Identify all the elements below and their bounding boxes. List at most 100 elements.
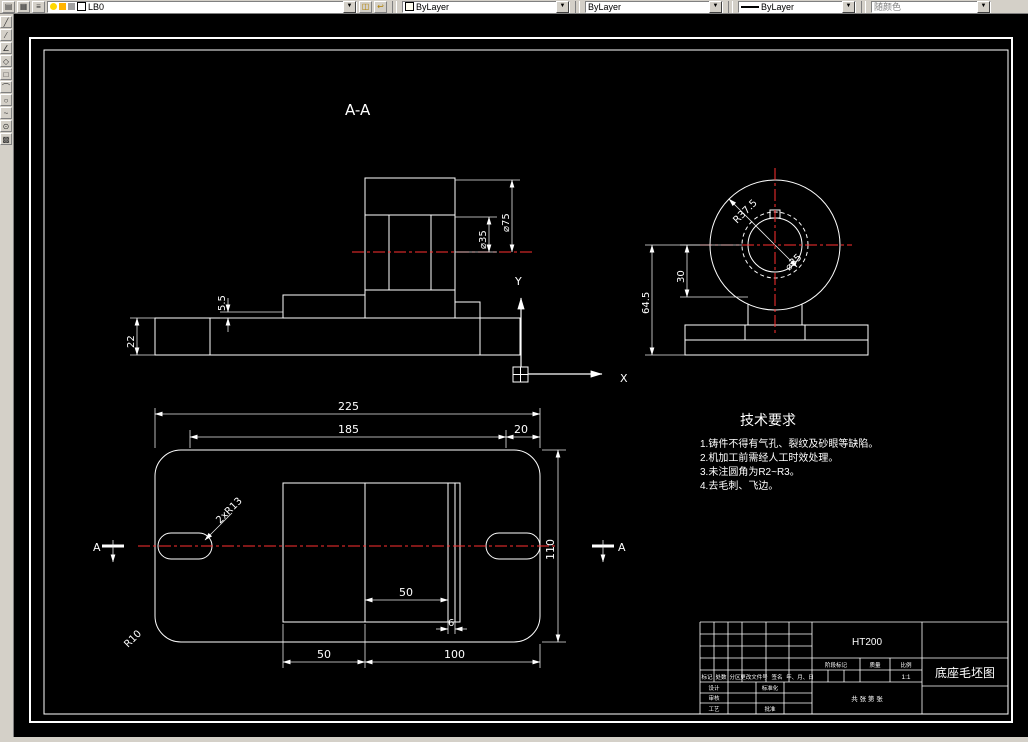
rev-header: 签名: [771, 673, 782, 681]
toolbar-separator: [728, 0, 733, 13]
section-mark-left: A: [93, 540, 124, 563]
dim-total-height: 64.5: [641, 244, 700, 356]
dim-width: 110: [542, 449, 566, 643]
rectangle-tool-icon[interactable]: □: [0, 68, 12, 80]
sun-icon: [59, 3, 66, 10]
spline-tool-icon[interactable]: ~: [0, 107, 12, 119]
weight-label: 质量: [869, 661, 881, 669]
base-right-pad: [479, 317, 521, 356]
plotstyle-combo[interactable]: 随颜色 ▼: [871, 0, 991, 13]
lightbulb-icon: [50, 3, 57, 10]
svg-text:20: 20: [514, 423, 528, 436]
construction-line-tool-icon[interactable]: ⁄: [0, 29, 12, 41]
dim-mid: 50: [364, 586, 449, 603]
dim-center-height: 30: [676, 244, 748, 298]
rev-header: 年、月、日: [786, 673, 814, 681]
chevron-down-icon[interactable]: ▼: [977, 0, 990, 13]
boss-root: [364, 289, 456, 319]
color-combo[interactable]: ByLayer ▼: [402, 0, 570, 13]
layer-properties-icon[interactable]: ≡: [32, 0, 45, 13]
circle-tool-icon[interactable]: ○: [0, 94, 12, 106]
layer-previous-icon[interactable]: ↩: [374, 0, 387, 13]
sign-label: 审核: [708, 694, 720, 702]
title-block-text: HT200 底座毛坯图 标记 处数 分区 更改文件号 签名 年、月、日 设计 审…: [701, 637, 995, 713]
end-base-top: [684, 324, 869, 341]
sign-label: 批准: [764, 705, 776, 713]
draw-toolbar: ╱ ⁄ ∠ ◇ □ ⌒ ○ ~ ⊙ ▩: [0, 14, 14, 737]
section-view: A-A ⌀35 ⌀75 5.5 22: [126, 101, 535, 356]
scale-value: 1:1: [901, 674, 910, 681]
line-tool-icon[interactable]: ╱: [0, 16, 12, 28]
end-view: R37.5 ⌀35 30 64.5: [641, 168, 869, 356]
svg-text:100: 100: [444, 648, 465, 661]
dim-bottom-left: 50: [282, 624, 366, 668]
dim-bottom-right: 100: [364, 644, 541, 668]
hatch-tool-icon[interactable]: ▩: [0, 133, 12, 145]
dim-length-inner: 185: [189, 423, 507, 448]
svg-text:30: 30: [676, 270, 687, 283]
drawing-title-cell: 底座毛坯图: [935, 665, 995, 680]
svg-text:110: 110: [544, 539, 557, 560]
arc-tool-icon[interactable]: ⌒: [0, 81, 12, 93]
material-cell: HT200: [852, 637, 882, 648]
dim-boss-radius: R37.5: [731, 198, 759, 226]
tech-note: 3.未注圆角为R2~R3。: [700, 465, 800, 478]
svg-text:2xR13: 2xR13: [214, 496, 244, 526]
rev-header: 更改文件号: [740, 673, 768, 681]
sign-label: 设计: [708, 684, 720, 692]
dim-strip: 6: [436, 618, 467, 634]
right-step: [454, 301, 481, 319]
lock-icon: [68, 3, 75, 10]
toolbar-separator: [861, 0, 866, 13]
polygon-tool-icon[interactable]: ◇: [0, 55, 12, 67]
toolbar-separator: [392, 0, 397, 13]
dim-bore-dia: ⌀35: [455, 216, 497, 253]
linetype-combo[interactable]: ByLayer ▼: [585, 0, 723, 13]
lineweight-combo[interactable]: ByLayer ▼: [738, 0, 856, 13]
svg-text:185: 185: [338, 423, 359, 436]
ucs-icon: Y X: [512, 275, 628, 385]
scale-label: 比例: [900, 661, 912, 669]
open-icon[interactable]: ▦: [17, 0, 30, 13]
dim-step-height: 5.5: [217, 295, 283, 332]
plan-view: 225 185 20 110 50 100 50 6 2xR13 R10 A A: [93, 400, 626, 668]
tech-title: 技术要求: [740, 412, 796, 428]
section-mark-right: A: [592, 540, 626, 563]
svg-text:A: A: [93, 541, 101, 554]
sheet-info: 共 张 第 张: [851, 694, 883, 703]
chevron-down-icon[interactable]: ▼: [343, 0, 356, 13]
svg-text:⌀75: ⌀75: [501, 213, 512, 232]
lineweight-line-icon: [741, 5, 759, 8]
svg-text:5.5: 5.5: [217, 295, 228, 311]
color-swatch-icon: [405, 2, 414, 11]
chevron-down-icon[interactable]: ▼: [842, 0, 855, 13]
y-axis-label: Y: [514, 275, 522, 288]
rev-header: 标记: [701, 673, 713, 681]
sign-label: 标准化: [762, 684, 779, 692]
tech-note: 1.铸件不得有气孔、裂纹及砂眼等缺陷。: [700, 437, 878, 450]
plotstyle-combo-value: 随颜色: [874, 2, 902, 12]
layer-combo[interactable]: LB0 ▼: [47, 0, 357, 13]
drawing-svg: A-A ⌀35 ⌀75 5.5 22 R37.5 ⌀35 30 64.5 Y X…: [29, 37, 1013, 723]
standard-tool-icon[interactable]: ▤: [2, 0, 15, 13]
color-combo-value: ByLayer: [416, 1, 450, 12]
chevron-down-icon[interactable]: ▼: [709, 0, 722, 13]
svg-text:225: 225: [338, 400, 359, 413]
svg-text:6: 6: [448, 618, 454, 629]
toolbar-separator: [575, 0, 580, 13]
drawing-canvas[interactable]: A-A ⌀35 ⌀75 5.5 22 R37.5 ⌀35 30 64.5 Y X…: [14, 14, 1028, 737]
svg-text:A: A: [618, 541, 626, 554]
chevron-down-icon[interactable]: ▼: [556, 0, 569, 13]
polyline-tool-icon[interactable]: ∠: [0, 42, 12, 54]
make-object-layer-current-icon[interactable]: ◫: [359, 0, 372, 13]
svg-text:64.5: 64.5: [641, 292, 652, 314]
section-view-label: A-A: [345, 101, 371, 119]
svg-text:50: 50: [317, 648, 331, 661]
ellipse-tool-icon[interactable]: ⊙: [0, 120, 12, 132]
x-axis-label: X: [620, 372, 628, 385]
left-step: [282, 294, 366, 319]
svg-text:⌀35: ⌀35: [478, 230, 489, 249]
dim-corner-radius: R10: [122, 628, 144, 650]
tech-note: 4.去毛刺、飞边。: [700, 480, 778, 492]
boss-top-section: [364, 177, 456, 216]
